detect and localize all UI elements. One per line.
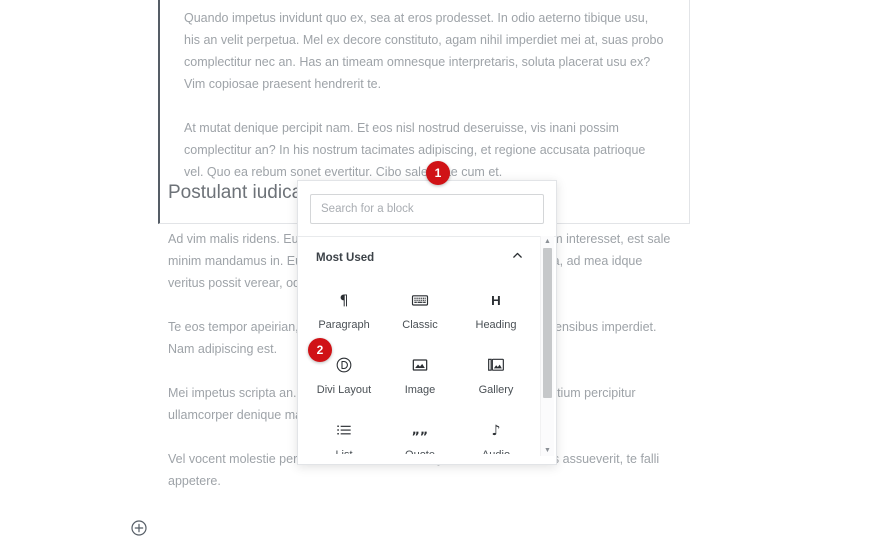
inserter-scrollbar[interactable]: ▲ ▼	[540, 236, 554, 456]
search-input[interactable]	[310, 194, 544, 224]
scrollbar-thumb[interactable]	[543, 248, 552, 398]
audio-note-icon: ♪	[486, 418, 506, 442]
block-item-heading[interactable]: H Heading	[458, 279, 534, 340]
plus-circle-icon	[131, 520, 147, 536]
block-item-list[interactable]: List	[306, 409, 382, 454]
classic-keyboard-icon	[410, 288, 430, 312]
block-item-label: Heading	[475, 319, 517, 331]
svg-text:„„: „„	[412, 422, 428, 437]
block-item-label: Divi Layout	[316, 384, 372, 396]
svg-text:¶: ¶	[339, 293, 348, 309]
block-item-label: Image	[404, 384, 436, 396]
quote-icon: „„	[410, 418, 430, 442]
block-item-label: Paragraph	[318, 319, 370, 331]
svg-text:H: H	[491, 293, 501, 308]
block-item-image[interactable]: Image	[382, 344, 458, 405]
block-type-grid: ¶ Paragraph Classic H Heading Divi Layou…	[298, 273, 542, 454]
block-item-label: List	[335, 449, 352, 454]
block-paragraph[interactable]: At mutat denique percipit nam. Et eos ni…	[184, 117, 665, 183]
block-item-classic[interactable]: Classic	[382, 279, 458, 340]
add-block-button[interactable]	[131, 520, 147, 536]
block-item-label: Audio	[482, 449, 510, 454]
block-item-label: Gallery	[478, 384, 514, 396]
block-item-label: Classic	[402, 319, 438, 331]
scroll-up-arrow-icon[interactable]: ▲	[541, 236, 554, 247]
block-item-gallery[interactable]: Gallery	[458, 344, 534, 405]
divi-layout-d-icon	[334, 353, 354, 377]
block-paragraph[interactable]: Quando impetus invidunt quo ex, sea at e…	[184, 7, 665, 95]
callout-badge-1: 1	[426, 161, 450, 185]
panel-header-most-used[interactable]: Most Used	[298, 237, 542, 273]
svg-text:♪: ♪	[491, 423, 500, 439]
list-icon	[334, 418, 354, 442]
heading-h-icon: H	[486, 288, 506, 312]
panel-header-title: Most Used	[316, 252, 375, 264]
gallery-icon	[486, 353, 506, 377]
chevron-up-icon[interactable]	[511, 249, 524, 267]
block-inserter-popover[interactable]: Most Used ¶ Paragraph	[297, 180, 557, 465]
block-item-paragraph[interactable]: ¶ Paragraph	[306, 279, 382, 340]
callout-badge-2: 2	[308, 338, 332, 362]
inserter-search-container	[298, 181, 556, 236]
block-item-label: Quote	[405, 449, 435, 454]
scroll-down-arrow-icon[interactable]: ▼	[541, 445, 554, 456]
inserter-scroll-area: Most Used ¶ Paragraph Classic H Heading …	[298, 236, 556, 454]
paragraph-pilcrow-icon: ¶	[334, 288, 354, 312]
block-item-audio[interactable]: ♪ Audio	[458, 409, 534, 454]
image-icon	[410, 353, 430, 377]
block-item-quote[interactable]: „„ Quote	[382, 409, 458, 454]
